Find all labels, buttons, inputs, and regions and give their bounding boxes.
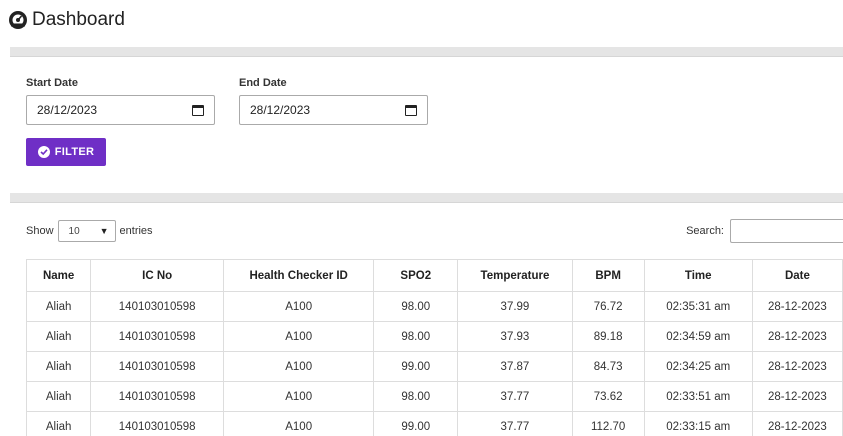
cell-time: 02:34:25 am	[643, 351, 753, 382]
calendar-icon[interactable]	[192, 104, 204, 116]
cell-temperature: 37.77	[457, 411, 573, 436]
start-date-field: Start Date 28/12/2023	[26, 77, 215, 125]
show-label: Show	[26, 225, 54, 237]
cell-name: Aliah	[25, 411, 92, 436]
cell-time: 02:33:51 am	[643, 381, 753, 412]
cell-ic-no: 140103010598	[90, 321, 225, 352]
table-row: Aliah 140103010598 A100 98.00 37.77 73.6…	[25, 381, 843, 412]
start-date-value: 28/12/2023	[37, 103, 98, 117]
column-header-date[interactable]: Date	[751, 259, 843, 292]
column-header-health-checker-id[interactable]: Health Checker ID	[223, 259, 375, 292]
cell-temperature: 37.87	[457, 351, 573, 382]
entries-select[interactable]: 10 ▼	[57, 220, 116, 242]
chevron-down-icon: ▼	[99, 226, 109, 236]
cell-spo2: 98.00	[373, 321, 459, 352]
cell-health-checker-id: A100	[223, 381, 375, 412]
entries-value: 10	[68, 225, 80, 237]
column-header-time[interactable]: Time	[643, 259, 753, 292]
cell-spo2: 98.00	[373, 291, 459, 322]
cell-health-checker-id: A100	[223, 291, 375, 322]
cell-temperature: 37.99	[457, 291, 573, 322]
cell-temperature: 37.77	[457, 381, 573, 412]
calendar-icon[interactable]	[405, 104, 417, 116]
start-date-label: Start Date	[26, 77, 78, 89]
cell-date: 28-12-2023	[751, 381, 843, 412]
cell-time: 02:34:59 am	[643, 321, 753, 352]
end-date-input[interactable]: 28/12/2023	[239, 95, 428, 125]
end-date-label: End Date	[239, 77, 287, 89]
cell-health-checker-id: A100	[223, 351, 375, 382]
search-input[interactable]	[730, 219, 843, 243]
cell-name: Aliah	[25, 291, 92, 322]
cell-health-checker-id: A100	[223, 411, 375, 436]
dashboard-page: Dashboard Start Date 28/12/2023 End Date…	[0, 0, 843, 436]
filter-button-label: FILTER	[54, 146, 95, 158]
section-divider	[10, 47, 843, 57]
cell-time: 02:35:31 am	[643, 291, 753, 322]
start-date-input[interactable]: 28/12/2023	[26, 95, 215, 125]
cell-ic-no: 140103010598	[90, 291, 225, 322]
cell-spo2: 99.00	[373, 351, 459, 382]
check-circle-icon	[37, 146, 50, 158]
cell-health-checker-id: A100	[223, 321, 375, 352]
cell-bpm: 84.73	[571, 351, 645, 382]
cell-name: Aliah	[25, 351, 92, 382]
cell-ic-no: 140103010598	[90, 381, 225, 412]
cell-date: 28-12-2023	[751, 351, 843, 382]
column-header-temperature[interactable]: Temperature	[457, 259, 573, 292]
section-divider	[10, 193, 843, 203]
cell-name: Aliah	[25, 321, 92, 352]
filter-button[interactable]: FILTER	[26, 138, 106, 166]
column-header-bpm[interactable]: BPM	[571, 259, 645, 292]
entries-label: entries	[119, 225, 153, 237]
cell-date: 28-12-2023	[751, 291, 843, 322]
cell-name: Aliah	[25, 381, 92, 412]
cell-bpm: 89.18	[571, 321, 645, 352]
cell-date: 28-12-2023	[751, 411, 843, 436]
cell-bpm: 76.72	[571, 291, 645, 322]
page-title: Dashboard	[32, 9, 125, 30]
table-row: Aliah 140103010598 A100 98.00 37.99 76.7…	[25, 291, 843, 322]
page-header: Dashboard	[8, 8, 125, 32]
cell-temperature: 37.93	[457, 321, 573, 352]
cell-bpm: 112.70	[571, 411, 645, 436]
column-header-spo2[interactable]: SPO2	[373, 259, 459, 292]
search-label: Search:	[686, 225, 724, 237]
cell-spo2: 98.00	[373, 381, 459, 412]
end-date-field: End Date 28/12/2023	[239, 77, 428, 125]
cell-ic-no: 140103010598	[90, 351, 225, 382]
dashboard-icon	[8, 10, 28, 30]
end-date-value: 28/12/2023	[250, 103, 311, 117]
table-row: Aliah 140103010598 A100 98.00 37.93 89.1…	[25, 321, 843, 352]
table-header-row: Name IC No Health Checker ID SPO2 Temper…	[25, 259, 843, 292]
cell-date: 28-12-2023	[751, 321, 843, 352]
table-search: Search:	[686, 219, 843, 243]
entries-length-control: Show 10 ▼ entries	[26, 219, 153, 243]
cell-bpm: 73.62	[571, 381, 645, 412]
table-row: Aliah 140103010598 A100 99.00 37.77 112.…	[25, 411, 843, 436]
cell-time: 02:33:15 am	[643, 411, 753, 436]
cell-spo2: 99.00	[373, 411, 459, 436]
health-data-table: Name IC No Health Checker ID SPO2 Temper…	[25, 259, 843, 436]
column-header-name[interactable]: Name	[25, 259, 92, 292]
cell-ic-no: 140103010598	[90, 411, 225, 436]
table-row: Aliah 140103010598 A100 99.00 37.87 84.7…	[25, 351, 843, 382]
column-header-ic-no[interactable]: IC No	[90, 259, 225, 292]
